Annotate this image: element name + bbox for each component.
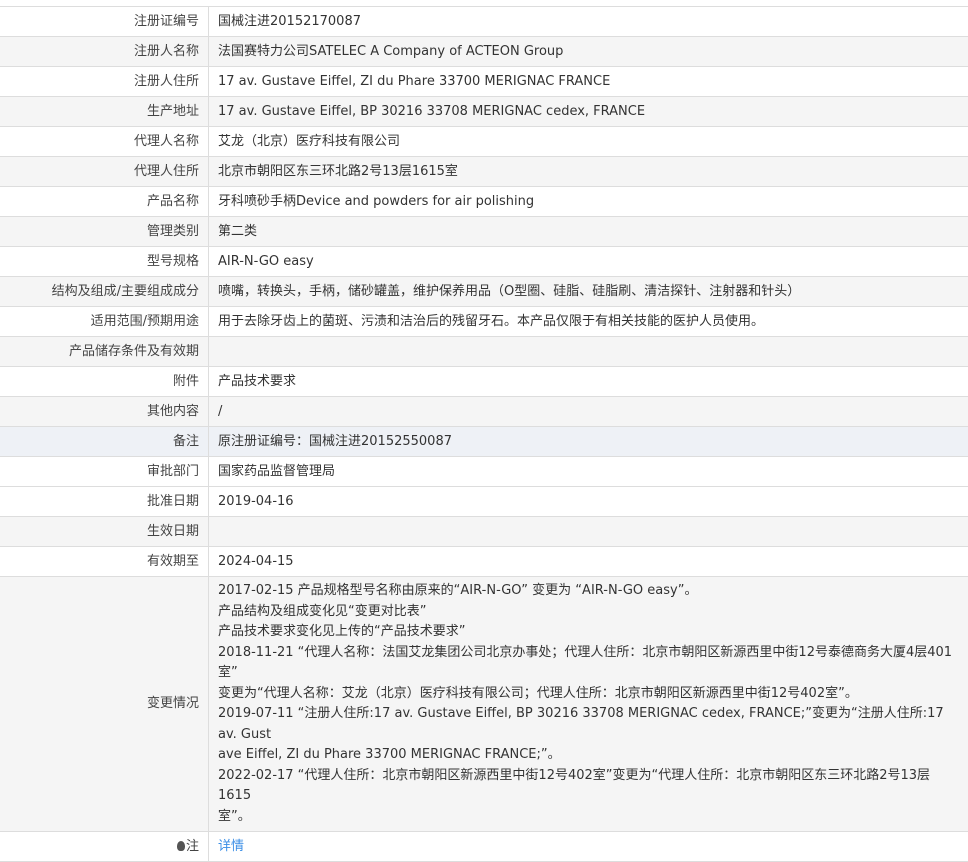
table-row: 代理人住所北京市朝阳区东三环北路2号13层1615室	[0, 157, 968, 187]
field-value: 第二类	[209, 217, 968, 247]
field-value: 法国赛特力公司SATELEC A Company of ACTEON Group	[209, 37, 968, 67]
field-value: 喷嘴，转换头，手柄，储砂罐盖，维护保养用品（O型圈、硅脂、硅脂刷、清洁探针、注射…	[209, 277, 968, 307]
field-label: 其他内容	[0, 397, 209, 427]
table-row: 产品储存条件及有效期	[0, 337, 968, 367]
field-label: 产品储存条件及有效期	[0, 337, 209, 367]
table-row-note: 注 详情	[0, 832, 968, 862]
field-value: 艾龙（北京）医疗科技有限公司	[209, 127, 968, 157]
field-label: 变更情况	[0, 577, 209, 832]
table-row: 生产地址17 av. Gustave Eiffel, BP 30216 3370…	[0, 97, 968, 127]
field-label: 注册人住所	[0, 67, 209, 97]
change-line: 产品技术要求变化见上传的“产品技术要求”	[218, 622, 959, 643]
change-line: 2019-07-11 “注册人住所:17 av. Gustave Eiffel,…	[218, 704, 959, 745]
field-label: 附件	[0, 367, 209, 397]
field-value: 原注册证编号：国械注进20152550087	[209, 427, 968, 457]
table-row: 注册证编号国械注进20152170087	[0, 7, 968, 37]
table-row: 结构及组成/主要组成成分喷嘴，转换头，手柄，储砂罐盖，维护保养用品（O型圈、硅脂…	[0, 277, 968, 307]
table-row: 有效期至2024-04-15	[0, 547, 968, 577]
table-row: 管理类别第二类	[0, 217, 968, 247]
field-label: 结构及组成/主要组成成分	[0, 277, 209, 307]
change-history: 2017-02-15 产品规格型号名称由原来的“AIR-N-GO” 变更为 “A…	[209, 577, 968, 832]
table-row: 批准日期2019-04-16	[0, 487, 968, 517]
table-row: 型号规格AIR-N-GO easy	[0, 247, 968, 277]
note-label: 注	[186, 839, 199, 854]
field-value	[209, 337, 968, 367]
field-value: 17 av. Gustave Eiffel, BP 30216 33708 ME…	[209, 97, 968, 127]
field-label: 注册证编号	[0, 7, 209, 37]
change-line: 2018-11-21 “代理人名称：法国艾龙集团公司北京办事处；代理人住所：北京…	[218, 643, 959, 684]
field-value: 国械注进20152170087	[209, 7, 968, 37]
field-value: 17 av. Gustave Eiffel, ZI du Phare 33700…	[209, 67, 968, 97]
field-label: 有效期至	[0, 547, 209, 577]
field-value: 产品技术要求	[209, 367, 968, 397]
field-label: 生产地址	[0, 97, 209, 127]
field-value: AIR-N-GO easy	[209, 247, 968, 277]
field-label: 备注	[0, 427, 209, 457]
details-link[interactable]: 详情	[218, 839, 244, 854]
change-line: 变更为“代理人名称：艾龙（北京）医疗科技有限公司；代理人住所：北京市朝阳区新源西…	[218, 684, 959, 705]
field-label: 管理类别	[0, 217, 209, 247]
field-label: 产品名称	[0, 187, 209, 217]
change-line: 室”。	[218, 807, 959, 828]
field-value: /	[209, 397, 968, 427]
field-label: 适用范围/预期用途	[0, 307, 209, 337]
table-row: 注册人名称法国赛特力公司SATELEC A Company of ACTEON …	[0, 37, 968, 67]
table-row: 适用范围/预期用途用于去除牙齿上的菌斑、污渍和洁治后的残留牙石。本产品仅限于有相…	[0, 307, 968, 337]
field-value: 2019-04-16	[209, 487, 968, 517]
table-row: 审批部门国家药品监督管理局	[0, 457, 968, 487]
field-label: 审批部门	[0, 457, 209, 487]
lightbulb-icon	[177, 841, 185, 851]
field-value: 详情	[209, 832, 968, 862]
table-row: 其他内容/	[0, 397, 968, 427]
change-line: 2022-02-17 “代理人住所：北京市朝阳区新源西里中街12号402室”变更…	[218, 766, 959, 807]
field-label: 批准日期	[0, 487, 209, 517]
table-row: 备注原注册证编号：国械注进20152550087	[0, 427, 968, 457]
change-line: ave Eiffel, ZI du Phare 33700 MERIGNAC F…	[218, 745, 959, 766]
field-value: 用于去除牙齿上的菌斑、污渍和洁治后的残留牙石。本产品仅限于有相关技能的医护人员使…	[209, 307, 968, 337]
field-label: 注	[0, 832, 209, 862]
table-row: 产品名称牙科喷砂手柄Device and powders for air pol…	[0, 187, 968, 217]
table-row: 附件产品技术要求	[0, 367, 968, 397]
field-label: 注册人名称	[0, 37, 209, 67]
field-label: 生效日期	[0, 517, 209, 547]
table-row: 生效日期	[0, 517, 968, 547]
change-line: 产品结构及组成变化见“变更对比表”	[218, 602, 959, 623]
table-row-changes: 变更情况 2017-02-15 产品规格型号名称由原来的“AIR-N-GO” 变更…	[0, 577, 968, 832]
field-value: 国家药品监督管理局	[209, 457, 968, 487]
table-row: 代理人名称艾龙（北京）医疗科技有限公司	[0, 127, 968, 157]
field-value: 2024-04-15	[209, 547, 968, 577]
change-line: 2017-02-15 产品规格型号名称由原来的“AIR-N-GO” 变更为 “A…	[218, 581, 959, 602]
field-label: 代理人住所	[0, 157, 209, 187]
field-label: 代理人名称	[0, 127, 209, 157]
table-row: 注册人住所17 av. Gustave Eiffel, ZI du Phare …	[0, 67, 968, 97]
field-value	[209, 517, 968, 547]
field-label: 型号规格	[0, 247, 209, 277]
field-value: 牙科喷砂手柄Device and powders for air polishi…	[209, 187, 968, 217]
field-value: 北京市朝阳区东三环北路2号13层1615室	[209, 157, 968, 187]
registration-detail-table: 注册证编号国械注进20152170087注册人名称法国赛特力公司SATELEC …	[0, 6, 968, 862]
